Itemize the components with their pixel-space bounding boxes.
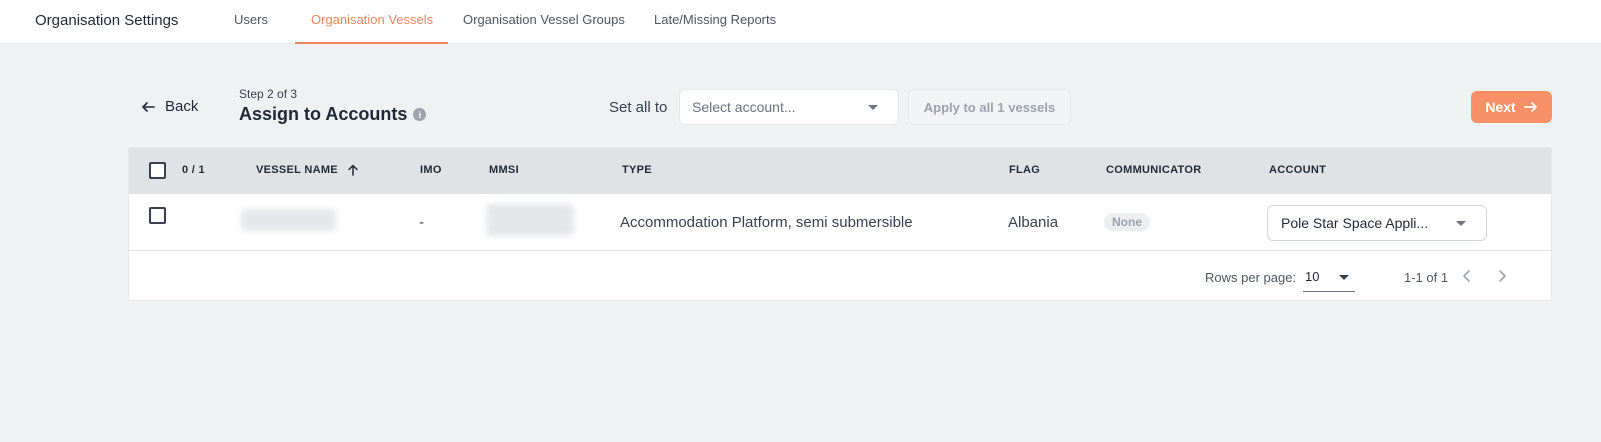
chevron-right-icon bbox=[1499, 270, 1506, 282]
previous-page-button[interactable] bbox=[1457, 266, 1477, 286]
rows-per-page-value: 10 bbox=[1305, 269, 1320, 284]
back-button[interactable]: Back bbox=[141, 98, 198, 115]
next-label: Next bbox=[1485, 99, 1516, 115]
table-row: - Accommodation Platform, semi submersib… bbox=[129, 194, 1551, 251]
row-imo: - bbox=[419, 214, 424, 231]
row-flag: Albania bbox=[1008, 214, 1059, 231]
column-header-flag: FLAG bbox=[1009, 164, 1041, 176]
tab-users[interactable]: Users bbox=[234, 12, 268, 27]
row-account-select[interactable]: Pole Star Space Appli... bbox=[1267, 205, 1487, 241]
column-header-type: TYPE bbox=[622, 164, 652, 176]
tab-late-missing-reports[interactable]: Late/Missing Reports bbox=[654, 12, 776, 27]
row-type: Accommodation Platform, semi submersible bbox=[620, 214, 913, 231]
back-label: Back bbox=[165, 98, 199, 115]
row-checkbox[interactable] bbox=[149, 207, 166, 224]
account-select[interactable]: Select account... bbox=[679, 89, 899, 125]
chevron-down-icon bbox=[868, 105, 878, 110]
status-badge: None bbox=[1104, 213, 1150, 231]
select-all-checkbox[interactable] bbox=[149, 162, 166, 179]
arrow-left-icon bbox=[142, 101, 155, 112]
column-header-imo: IMO bbox=[420, 164, 442, 176]
step-title: Assign to Accounts i bbox=[239, 104, 427, 125]
apply-to-all-button[interactable]: Apply to all 1 vessels bbox=[908, 89, 1071, 125]
redacted-mmsi bbox=[486, 204, 574, 236]
info-icon[interactable]: i bbox=[413, 108, 427, 121]
redacted-vessel-name bbox=[241, 209, 336, 231]
next-button[interactable]: Next bbox=[1471, 91, 1552, 123]
step-title-text: Assign to Accounts bbox=[239, 104, 408, 124]
rows-per-page-label: Rows per page: bbox=[1205, 270, 1297, 285]
column-header-account: ACCOUNT bbox=[1269, 164, 1327, 176]
table-header: 0 / 1 VESSEL NAME IMO MMSI TYPE FLAG COM… bbox=[129, 148, 1551, 194]
row-account-value: Pole Star Space Appli... bbox=[1281, 215, 1429, 231]
chevron-down-icon bbox=[1456, 221, 1466, 226]
top-nav: Organisation Settings Users Organisation… bbox=[0, 0, 1601, 44]
next-page-button[interactable] bbox=[1492, 266, 1512, 286]
set-all-label: Set all to bbox=[609, 99, 668, 116]
column-header-mmsi: MMSI bbox=[489, 164, 519, 176]
vessels-table: 0 / 1 VESSEL NAME IMO MMSI TYPE FLAG COM… bbox=[128, 147, 1552, 301]
sort-ascending-icon[interactable] bbox=[347, 164, 359, 176]
selection-count: 0 / 1 bbox=[182, 164, 205, 176]
tab-organisation-vessel-groups[interactable]: Organisation Vessel Groups bbox=[463, 12, 625, 27]
step-indicator: Step 2 of 3 bbox=[239, 87, 298, 101]
active-tab-indicator bbox=[295, 42, 448, 44]
column-header-vessel-name[interactable]: VESSEL NAME bbox=[256, 164, 359, 176]
page-title: Organisation Settings bbox=[35, 12, 179, 29]
tab-organisation-vessels[interactable]: Organisation Vessels bbox=[311, 12, 433, 27]
page-info: 1-1 of 1 bbox=[1404, 270, 1449, 285]
table-pagination: Rows per page: 10 1-1 of 1 bbox=[129, 252, 1551, 300]
arrow-right-icon bbox=[1523, 102, 1537, 112]
chevron-down-icon bbox=[1339, 275, 1349, 280]
account-select-placeholder: Select account... bbox=[692, 99, 796, 115]
chevron-left-icon bbox=[1463, 270, 1470, 282]
rows-per-page-select[interactable]: 10 bbox=[1303, 266, 1355, 292]
column-header-label: VESSEL NAME bbox=[256, 164, 338, 176]
column-header-communicator: COMMUNICATOR bbox=[1106, 164, 1202, 176]
